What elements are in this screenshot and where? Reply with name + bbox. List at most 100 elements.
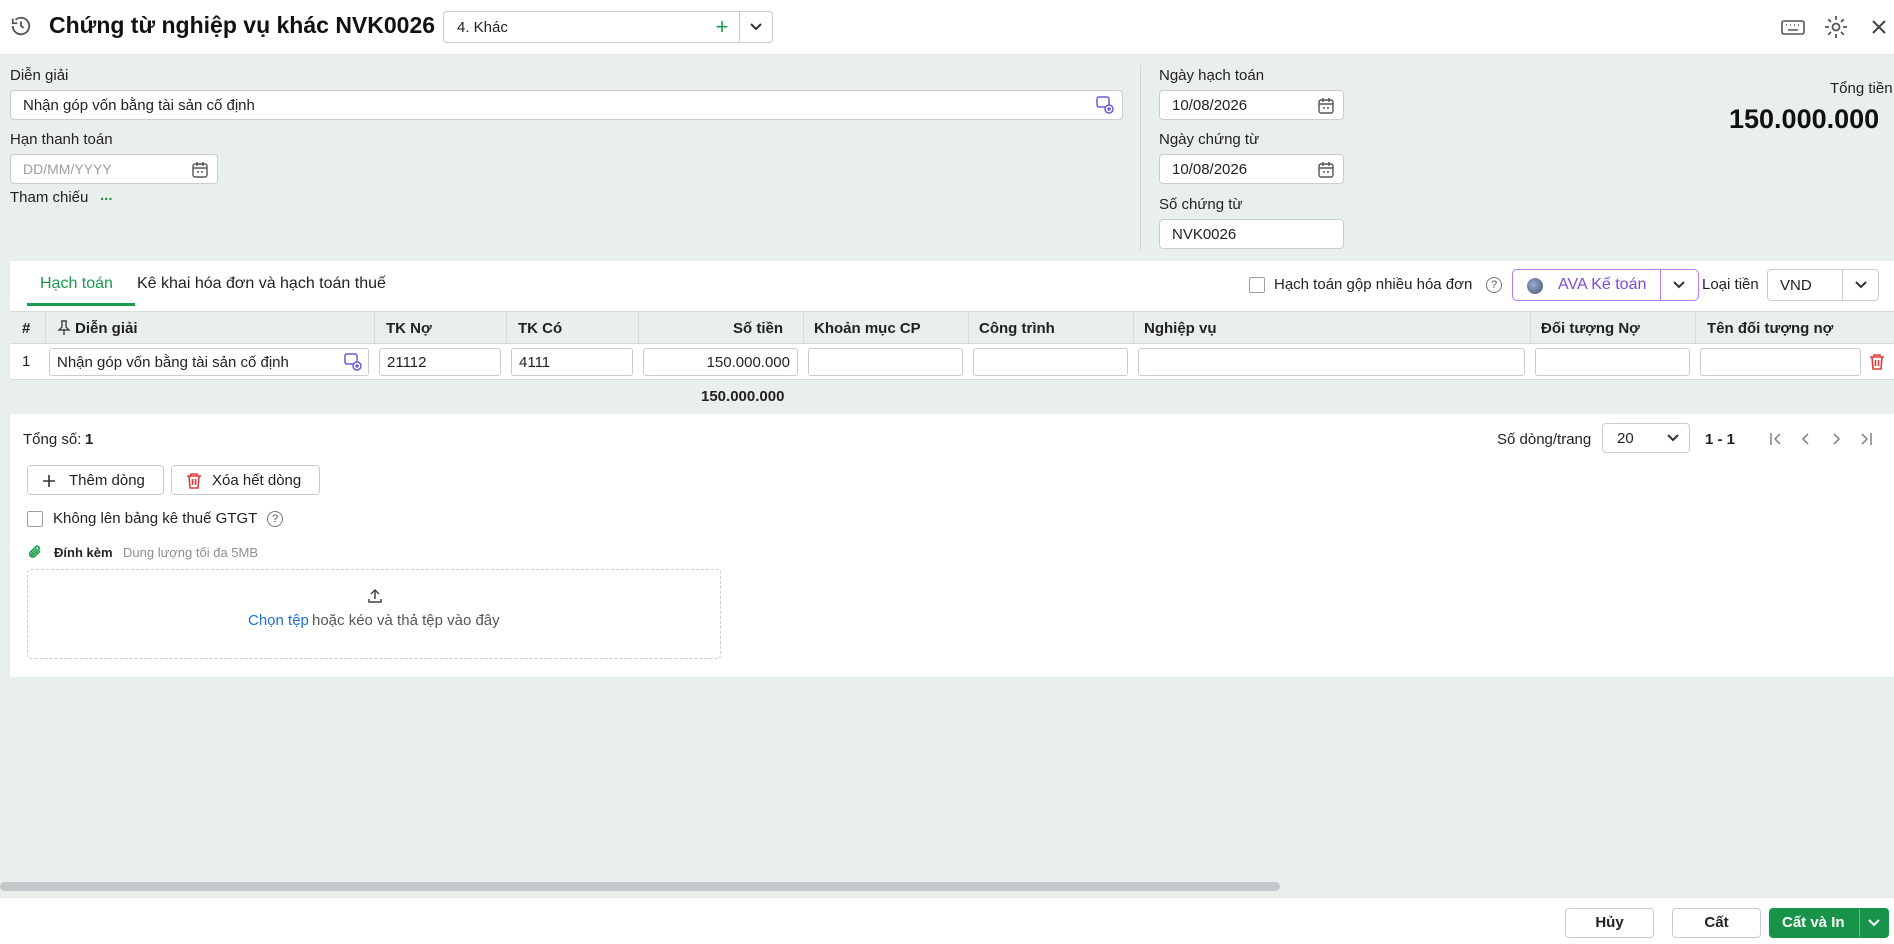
history-icon[interactable] [10, 15, 32, 37]
next-page-icon[interactable] [1827, 430, 1845, 448]
tong-tien-value: 150.000.000 [1729, 104, 1880, 134]
col-index: # [22, 320, 31, 337]
trash-icon [187, 473, 201, 489]
save-and-print-button[interactable]: Cất và In [1769, 908, 1889, 938]
dien-giai-value: Nhận góp vốn bằng tài sản cố định [23, 97, 255, 114]
col-ten-doi-tuong-no: Tên đối tượng nợ [1707, 320, 1834, 337]
ngay-hach-toan-input[interactable]: 10/08/2026 [1159, 90, 1344, 120]
row-ten-doi-tuong-no-input[interactable] [1700, 348, 1861, 376]
chevron-down-icon[interactable] [1864, 914, 1884, 932]
no-vat-label: Không lên bảng kê thuế GTGT [53, 510, 258, 527]
per-page-label: Số dòng/trang [1497, 431, 1592, 448]
ngay-chung-tu-value: 10/08/2026 [1172, 161, 1248, 178]
tab-hach-toan[interactable]: Hạch toán [40, 275, 113, 293]
so-chung-tu-input[interactable]: NVK0026 [1159, 219, 1344, 249]
ava-ke-toan-button[interactable]: AVA Kế toán [1512, 269, 1699, 301]
gear-icon[interactable] [1823, 14, 1849, 40]
close-icon[interactable] [1866, 14, 1892, 40]
sum-so-tien: 150.000.000 [701, 388, 785, 405]
dien-giai-input[interactable]: Nhận góp vốn bằng tài sản cố định [10, 90, 1123, 120]
divider [968, 312, 969, 345]
chevron-down-icon[interactable] [1850, 275, 1872, 295]
prev-page-icon[interactable] [1797, 430, 1815, 448]
currency-select[interactable]: VND [1767, 269, 1879, 301]
dien-giai-label: Diễn giải [10, 67, 69, 84]
table-header: # Diễn giải TK Nợ TK Có Số tiền Khoản mụ… [10, 311, 1894, 345]
ngay-chung-tu-input[interactable]: 10/08/2026 [1159, 154, 1344, 184]
file-dropzone[interactable]: Chọn tệp hoặc kéo và thả tệp vào đây [27, 569, 721, 659]
sum-row: 150.000.000 [10, 380, 1894, 414]
paperclip-icon [28, 545, 41, 558]
tab-ke-khai-hoa-don[interactable]: Kê khai hóa đơn và hạch toán thuế [137, 275, 386, 293]
add-type-icon[interactable]: + [708, 14, 736, 40]
so-chung-tu-value: NVK0026 [1172, 226, 1237, 243]
divider [1660, 270, 1661, 300]
per-page-select[interactable]: 20 [1602, 423, 1690, 453]
ava-label: AVA Kế toán [1558, 276, 1647, 293]
save-button[interactable]: Cất [1672, 908, 1761, 938]
page-title: Chứng từ nghiệp vụ khác NVK0026 [49, 12, 436, 38]
horizontal-scrollbar[interactable] [0, 882, 1280, 891]
voucher-type-value: 4. Khác [457, 19, 508, 36]
divider [45, 312, 46, 345]
chevron-down-icon[interactable] [744, 16, 768, 38]
attach-label: Đính kèm [54, 545, 113, 560]
row-tk-co-input[interactable]: 4111 [511, 348, 633, 376]
date-placeholder: DD/MM/YYYY [23, 161, 112, 177]
row-nghiep-vu-input[interactable] [1138, 348, 1525, 376]
divider [1842, 270, 1843, 300]
row-tk-co-value: 4111 [519, 354, 551, 371]
ngay-chung-tu-label: Ngày chứng từ [1159, 131, 1260, 148]
divider [1695, 312, 1696, 345]
ngay-hach-toan-label: Ngày hạch toán [1159, 67, 1265, 84]
attach-hint: Dung lượng tối đa 5MB [123, 545, 259, 560]
chevron-down-icon[interactable] [1663, 429, 1683, 447]
keyboard-icon[interactable] [1780, 14, 1806, 40]
drop-text: hoặc kéo và thả tệp vào đây [312, 612, 500, 629]
row-so-tien-input[interactable]: 150.000.000 [643, 348, 798, 376]
total-count-value: 1 [85, 431, 94, 448]
row-cong-trinh-input[interactable] [973, 348, 1128, 376]
hach-toan-gop-label: Hạch toán gộp nhiều hóa đơn [1274, 276, 1473, 293]
first-page-icon[interactable] [1767, 430, 1785, 448]
plus-icon [43, 475, 55, 487]
delete-all-rows-button[interactable]: Xóa hết dòng [171, 465, 320, 495]
last-page-icon[interactable] [1857, 430, 1875, 448]
pin-icon[interactable] [57, 320, 71, 336]
trash-icon[interactable] [1869, 353, 1885, 371]
add-row-button[interactable]: Thêm dòng [27, 465, 164, 495]
choose-file-link[interactable]: Chọn tệp [248, 612, 309, 629]
row-so-tien-value: 150.000.000 [706, 354, 790, 371]
divider [506, 312, 507, 345]
upload-icon [368, 588, 382, 603]
row-dien-giai-input[interactable]: Nhận góp vốn bằng tài sản cố định [49, 348, 369, 376]
calendar-icon[interactable] [1317, 97, 1335, 115]
col-so-tien: Số tiền [733, 320, 784, 337]
voucher-type-select[interactable]: 4. Khác + [443, 11, 773, 43]
col-tk-no: TK Nợ [386, 320, 432, 337]
save-and-print-label: Cất và In [1782, 914, 1845, 931]
col-cong-trinh: Công trình [979, 320, 1055, 337]
row-index: 1 [22, 353, 31, 370]
cancel-button[interactable]: Hủy [1565, 908, 1654, 938]
tham-chieu-more-link[interactable]: ... [100, 187, 113, 204]
suggest-icon[interactable] [344, 353, 362, 371]
delete-all-label: Xóa hết dòng [212, 472, 302, 489]
han-thanh-toan-input[interactable]: DD/MM/YYYY [10, 154, 218, 184]
divider [1133, 312, 1134, 345]
chevron-down-icon[interactable] [1668, 275, 1690, 295]
col-nghiep-vu: Nghiệp vụ [1144, 320, 1217, 337]
calendar-icon[interactable] [191, 161, 209, 179]
help-icon[interactable]: ? [267, 511, 283, 527]
hach-toan-gop-checkbox[interactable] [1249, 277, 1265, 293]
ava-avatar-icon [1527, 278, 1543, 294]
so-chung-tu-label: Số chứng từ [1159, 196, 1243, 213]
window-header: Chứng từ nghiệp vụ khác NVK0026 4. Khác … [0, 0, 1894, 55]
no-vat-checkbox[interactable] [27, 511, 43, 527]
row-doi-tuong-no-input[interactable] [1535, 348, 1690, 376]
help-icon[interactable]: ? [1486, 277, 1502, 293]
row-khoan-muc-cp-input[interactable] [808, 348, 963, 376]
suggest-icon[interactable] [1096, 96, 1114, 114]
calendar-icon[interactable] [1317, 161, 1335, 179]
row-tk-no-input[interactable]: 21112 [379, 348, 501, 376]
